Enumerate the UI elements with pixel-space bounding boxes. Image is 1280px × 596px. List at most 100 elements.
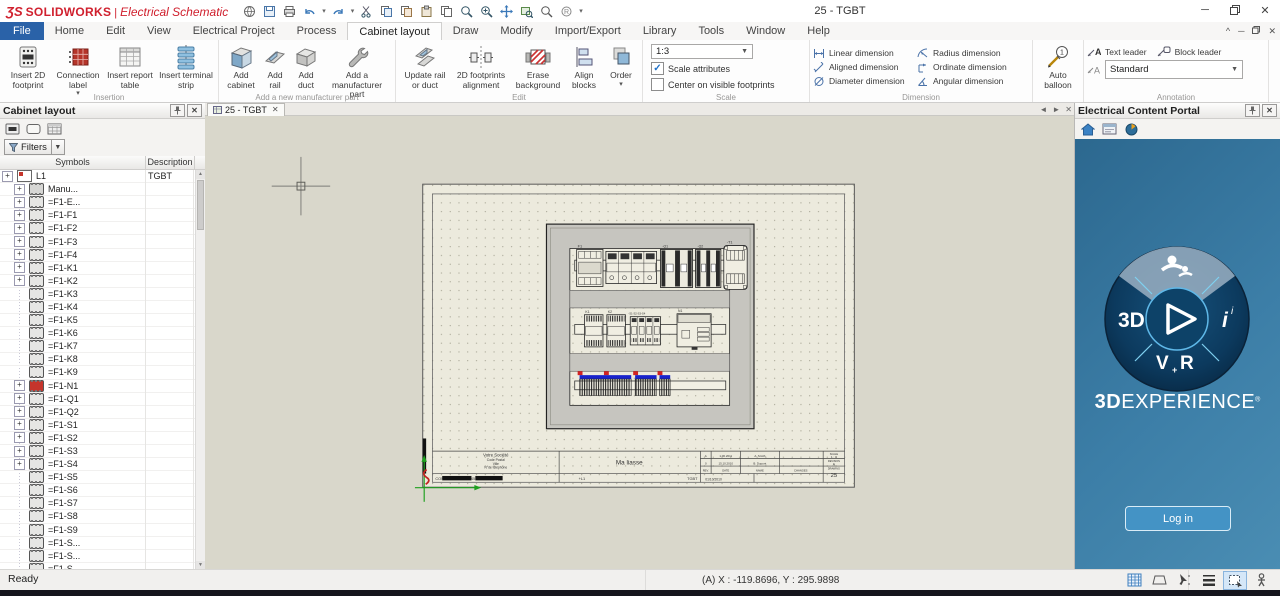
insert-terminal-strip-button[interactable]: Insert terminal strip (157, 42, 215, 91)
tab-tools[interactable]: Tools (687, 22, 735, 40)
tab-scroll-right-icon[interactable]: ► (1052, 105, 1060, 114)
tree-expander[interactable]: + (14, 459, 25, 470)
training-icon[interactable] (1123, 122, 1140, 137)
report-view-icon[interactable] (46, 121, 63, 136)
tab-help[interactable]: Help (796, 22, 841, 40)
paste-special-icon[interactable] (439, 4, 454, 19)
scroll-up-icon[interactable]: ▲ (196, 170, 205, 179)
home-icon[interactable] (1079, 122, 1096, 137)
component-k1[interactable]: K1 (584, 310, 603, 347)
tab-edit[interactable]: Edit (95, 22, 136, 40)
cut-icon[interactable] (359, 4, 374, 19)
component-q2[interactable]: -Q2 (696, 245, 721, 288)
center-footprints-row[interactable]: Center on visible footprints (651, 78, 801, 91)
auto-balloon-button[interactable]: 1 Auto balloon (1036, 42, 1080, 91)
tree-row[interactable]: =F1-S5 (0, 471, 205, 484)
tree-row[interactable]: + =F1-N1 (0, 380, 205, 393)
tree-row[interactable]: + =F1-F2 (0, 222, 205, 235)
tree-row[interactable]: + =F1-S1 (0, 419, 205, 432)
tab-scroll-left-icon[interactable]: ◄ (1039, 105, 1047, 114)
doc-restore-icon[interactable] (1252, 26, 1260, 36)
tree-row[interactable]: + =F1-S2 (0, 432, 205, 445)
tree-scrollbar[interactable]: ▲ ▼ (195, 170, 205, 570)
save-icon[interactable] (262, 4, 277, 19)
angular-dimension-button[interactable]: Angular dimension (917, 74, 1029, 88)
tree-row[interactable]: =F1-K3 (0, 288, 205, 301)
print-icon[interactable] (282, 4, 297, 19)
tree-row[interactable]: =F1-S... (0, 550, 205, 563)
tree-expander[interactable]: + (14, 236, 25, 247)
tab-process[interactable]: Process (286, 22, 348, 40)
tab-draw[interactable]: Draw (442, 22, 490, 40)
radius-dimension-button[interactable]: Radius dimension (917, 46, 1029, 60)
tab-cabinet-layout[interactable]: Cabinet layout (347, 22, 441, 41)
component-k2[interactable]: K2 (607, 310, 626, 347)
qat-options-caret-icon[interactable]: ▾ (579, 7, 583, 15)
text-leader-button[interactable]: A Text leader (1087, 46, 1147, 57)
align-blocks-button[interactable]: Align blocks (565, 42, 603, 91)
tree-row[interactable]: =F1-S8 (0, 510, 205, 523)
erase-background-button[interactable]: Erase background (511, 42, 565, 91)
diameter-dimension-button[interactable]: Diameter dimension (813, 74, 917, 88)
component-s-group[interactable]: -S1-S2-S3-S4 (628, 312, 660, 345)
scale-attributes-row[interactable]: ✓ Scale attributes (651, 62, 801, 75)
scale-attributes-checkbox[interactable]: ✓ (651, 62, 664, 75)
pan-icon[interactable] (499, 4, 514, 19)
tree-row[interactable]: =F1-K8 (0, 353, 205, 366)
minimize-button[interactable]: ─ (1190, 0, 1220, 20)
redo-caret-icon[interactable]: ▾ (351, 7, 355, 15)
restore-button[interactable] (1220, 0, 1250, 20)
tree-row[interactable]: + =F1-S3 (0, 445, 205, 458)
tree-expander[interactable]: + (14, 249, 25, 260)
tree-row[interactable]: + Manu... (0, 183, 205, 196)
tree-expander[interactable]: + (14, 446, 25, 457)
tab-list-close-icon[interactable]: ✕ (1065, 105, 1072, 114)
line-weight-icon[interactable] (1198, 571, 1220, 588)
component-t1[interactable]: -T1 (724, 240, 747, 290)
tree-row[interactable]: =F1-K4 (0, 301, 205, 314)
tree-row[interactable]: + =F1-K2 (0, 275, 205, 288)
insert-2d-footprint-button[interactable]: Insert 2D footprint (3, 42, 53, 91)
tab-modify[interactable]: Modify (489, 22, 543, 40)
tab-library[interactable]: Library (632, 22, 688, 40)
tree-expander[interactable]: + (14, 380, 25, 391)
add-duct-button[interactable]: Add duct (290, 42, 322, 91)
close-button[interactable]: ✕ (1250, 0, 1280, 20)
undo-caret-icon[interactable]: ▾ (322, 7, 326, 15)
doc-minimize-icon[interactable]: ─ (1238, 26, 1244, 36)
pin-icon[interactable] (1245, 104, 1260, 117)
tree-row[interactable]: + =F1-F1 (0, 209, 205, 222)
add-manufacturer-part-button[interactable]: Add a manufacturer part (322, 42, 392, 101)
footprint-view-icon[interactable] (4, 121, 21, 136)
tree-row[interactable]: =F1-S6 (0, 484, 205, 497)
collapse-ribbon-icon[interactable]: ^ (1226, 26, 1230, 36)
tree-row-root[interactable]: + L1 TGBT (0, 170, 205, 183)
component-f2-f3-f4[interactable] (606, 251, 657, 283)
tree-row[interactable]: + =F1-F3 (0, 235, 205, 248)
add-rail-button[interactable]: Add rail (260, 42, 290, 91)
tree-row[interactable]: =F1-S7 (0, 497, 205, 510)
block-leader-button[interactable]: Block leader (1157, 46, 1222, 57)
update-rail-or-duct-button[interactable]: Update rail or duct (399, 42, 451, 91)
log-in-button[interactable]: Log in (1125, 506, 1231, 531)
copy-with-format-icon[interactable] (399, 4, 414, 19)
copy-icon[interactable] (379, 4, 394, 19)
tree-expander[interactable]: + (14, 275, 25, 286)
drawing-canvas[interactable]: 25 - TGBT ✕ ◄ ► ✕ (205, 103, 1075, 570)
pin-icon[interactable] (170, 104, 185, 117)
tree-expander[interactable]: + (14, 210, 25, 221)
scrollbar-thumb[interactable] (197, 180, 204, 230)
tab-close-icon[interactable]: ✕ (272, 105, 279, 114)
ordinate-dimension-button[interactable]: Ordinate dimension (917, 60, 1029, 74)
tree-row[interactable]: =F1-K9 (0, 366, 205, 379)
filters-caret-icon[interactable]: ▼ (52, 139, 65, 155)
tab-electrical-project[interactable]: Electrical Project (182, 22, 286, 40)
aligned-dimension-button[interactable]: Aligned dimension (813, 60, 917, 74)
cabinet-view-icon[interactable] (25, 121, 42, 136)
doc-close-icon[interactable]: ✕ (1268, 26, 1276, 37)
tree-expander[interactable]: + (14, 432, 25, 443)
undo-icon[interactable] (302, 4, 317, 19)
tree-expander[interactable]: + (14, 406, 25, 417)
right-panel-close-icon[interactable]: ✕ (1262, 104, 1277, 117)
tree-row[interactable]: + =F1-Q1 (0, 393, 205, 406)
